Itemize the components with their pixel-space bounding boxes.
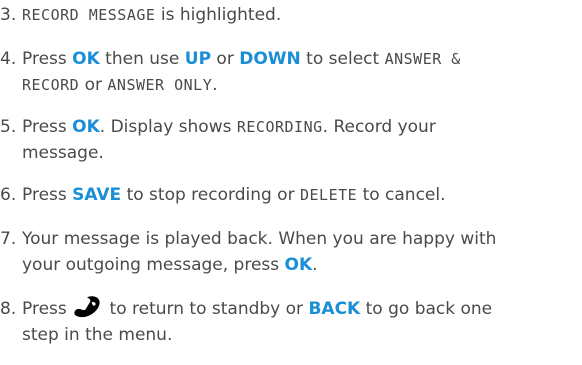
step-line: step in the menu. bbox=[22, 322, 582, 348]
text-run: your outgoing message, press bbox=[22, 255, 285, 275]
step-line: Your message is played back. When you ar… bbox=[22, 226, 582, 252]
display-text-recording: RECORDING bbox=[236, 118, 323, 136]
display-text-record-message: RECORD MESSAGE bbox=[22, 6, 156, 24]
step-line: your outgoing message, press OK. bbox=[22, 252, 582, 278]
step-line: RECORD or ANSWER ONLY. bbox=[22, 72, 582, 98]
text-run: is highlighted. bbox=[155, 5, 282, 25]
text-run: Press bbox=[22, 299, 73, 319]
display-text-answer-only: ANSWER ONLY bbox=[107, 76, 213, 94]
text-run: to cancel. bbox=[357, 185, 446, 205]
display-text-answer-and: ANSWER & bbox=[384, 50, 461, 68]
key-ok: OK bbox=[72, 117, 100, 137]
step-number: 5. bbox=[0, 117, 17, 137]
text-run: or bbox=[79, 75, 108, 95]
text-run: . bbox=[212, 75, 218, 95]
step-number: 8. bbox=[0, 299, 17, 319]
text-run: then use bbox=[99, 49, 185, 69]
key-back: BACK bbox=[308, 299, 361, 319]
step-text: Press OK. Display shows RECORDING. Recor… bbox=[22, 114, 582, 166]
key-save: SAVE bbox=[72, 185, 122, 205]
text-run: . Record your bbox=[322, 117, 436, 137]
key-ok: OK bbox=[72, 49, 100, 69]
step-line: Press OK. Display shows RECORDING. Recor… bbox=[22, 114, 582, 140]
text-run: message. bbox=[22, 143, 104, 163]
text-run: to select bbox=[300, 49, 385, 69]
text-run: to stop recording or bbox=[121, 185, 300, 205]
step-number: 6. bbox=[0, 185, 17, 205]
key-up: UP bbox=[184, 49, 212, 69]
key-ok: OK bbox=[284, 255, 313, 275]
text-run: . Display shows bbox=[99, 117, 237, 137]
text-run: . bbox=[312, 255, 318, 275]
step-line: message. bbox=[22, 140, 582, 166]
text-run: Press bbox=[22, 117, 73, 137]
step-number: 7. bbox=[0, 229, 17, 249]
text-run: step in the menu. bbox=[22, 325, 173, 345]
step-text: Your message is played back. When you ar… bbox=[22, 226, 582, 278]
step-line: Press OK then use UP or DOWN to select A… bbox=[22, 46, 582, 72]
text-run: to go back one bbox=[360, 299, 493, 319]
text-run: Your message is played back. When you ar… bbox=[22, 229, 497, 249]
text-run: Press bbox=[22, 185, 73, 205]
text-run: to return to standby or bbox=[104, 299, 309, 319]
step-line: Press to return to standby or BACK to go… bbox=[22, 296, 582, 322]
text-run: Press bbox=[22, 49, 73, 69]
text-run: or bbox=[211, 49, 240, 69]
step-text: Press SAVE to stop recording or DELETE t… bbox=[22, 182, 582, 208]
step-text: RECORD MESSAGE is highlighted. bbox=[22, 2, 582, 28]
step-line: RECORD MESSAGE is highlighted. bbox=[22, 2, 582, 28]
step-number: 4. bbox=[0, 49, 17, 69]
step-text: Press OK then use UP or DOWN to select A… bbox=[22, 46, 582, 98]
key-down: DOWN bbox=[239, 49, 301, 69]
end-call-handset-icon bbox=[72, 296, 104, 318]
step-number: 3. bbox=[0, 5, 17, 25]
display-text-delete: DELETE bbox=[299, 186, 358, 204]
display-text-record: RECORD bbox=[22, 76, 80, 94]
step-line: Press SAVE to stop recording or DELETE t… bbox=[22, 182, 582, 208]
step-text: Press to return to standby or BACK to go… bbox=[22, 296, 582, 348]
